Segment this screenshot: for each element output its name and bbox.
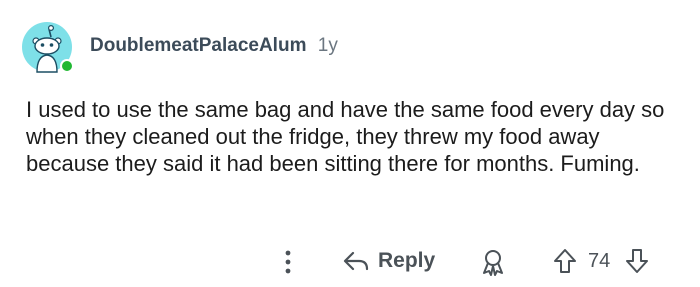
online-status-dot [62,61,72,71]
reddit-snoo-icon [22,22,74,73]
username[interactable]: DoublemeatPalaceAlum [90,35,306,56]
reply-button[interactable]: Reply [342,246,435,276]
comment-header: DoublemeatPalaceAlum 1y [90,34,338,58]
reply-arrow-icon [342,249,370,273]
comment-actions: Reply 74 [0,244,700,278]
avatar[interactable] [22,22,76,76]
vote-count: 74 [588,250,611,272]
award-icon[interactable] [480,248,506,276]
downvote-arrow-icon[interactable] [624,247,650,275]
comment-body: I used to use the same bag and have the … [26,97,665,176]
upvote-arrow-icon[interactable] [552,247,578,275]
reply-label: Reply [378,249,436,272]
comment-age: 1y [317,35,338,56]
more-vertical-icon[interactable] [281,248,295,276]
comment: DoublemeatPalaceAlum 1y I used to use th… [0,0,700,287]
